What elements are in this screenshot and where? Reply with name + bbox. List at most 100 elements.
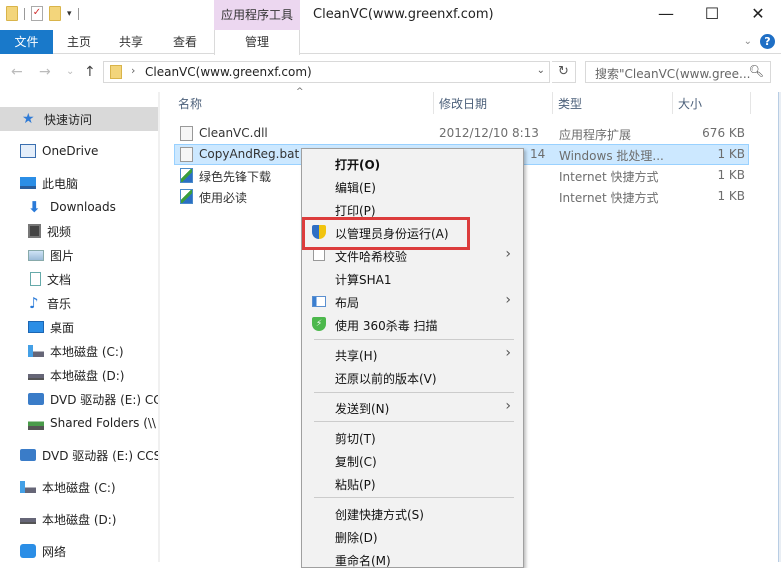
sidebar-item-quick-access[interactable]: ★ 快速访问 (0, 107, 158, 131)
batch-file-icon (180, 147, 193, 162)
tab-view[interactable]: 查看 (162, 30, 208, 54)
sidebar-item-label: 文档 (47, 272, 72, 287)
menu-item-delete[interactable]: 删除(D) (302, 525, 523, 547)
menu-item-label: 复制(C) (335, 455, 377, 469)
drive-c-icon (20, 481, 36, 493)
file-date: 2012/12/10 8:13 (439, 126, 539, 140)
layout-icon (312, 296, 326, 307)
menu-item-copy[interactable]: 复制(C) (302, 449, 523, 471)
menu-item-label: 剪切(T) (335, 432, 376, 446)
forward-button[interactable]: → (39, 64, 51, 80)
recent-locations-button[interactable]: ⌄ (66, 66, 74, 77)
menu-item-360-scan[interactable]: ⚡ 使用 360杀毒 扫描 (302, 313, 523, 335)
menu-item-label: 共享(H) (335, 349, 378, 363)
breadcrumb-current[interactable]: CleanVC(www.greenxf.com) (145, 65, 312, 79)
sidebar-item-dvd-drive[interactable]: DVD 驱动器 (E:) CC (0, 387, 158, 411)
menu-item-label: 编辑(E) (335, 181, 376, 195)
menu-item-layout[interactable]: 布局 › (302, 290, 523, 312)
sidebar-item-downloads[interactable]: ⬇ Downloads (0, 195, 158, 219)
sidebar-item-label: 本地磁盘 (D:) (42, 512, 117, 527)
sidebar-item-desktop[interactable]: 桌面 (0, 315, 158, 339)
window-title: CleanVC(www.greenxf.com) (313, 7, 494, 22)
column-header-size[interactable]: 大小 (678, 92, 702, 116)
menu-item-paste[interactable]: 粘贴(P) (302, 472, 523, 494)
customize-qat-icon[interactable]: ▾ (67, 9, 72, 19)
sidebar-item-videos[interactable]: 视频 (0, 219, 158, 243)
menu-item-label: 删除(D) (335, 531, 378, 545)
sidebar-item-documents[interactable]: 文档 (0, 267, 158, 291)
back-button[interactable]: ← (11, 64, 23, 80)
dvd-drive-icon (20, 449, 36, 461)
menu-item-share[interactable]: 共享(H) › (302, 343, 523, 365)
address-dropdown-icon[interactable]: ⌄ (537, 65, 545, 76)
column-divider[interactable] (433, 92, 434, 114)
sort-ascending-icon: ^ (296, 87, 304, 97)
maximize-button[interactable]: ☐ (689, 0, 735, 30)
column-divider[interactable] (672, 92, 673, 114)
drive-icon (20, 514, 36, 524)
menu-item-sha1[interactable]: 计算SHA1 (302, 267, 523, 289)
sidebar-item-pictures[interactable]: 图片 (0, 243, 158, 267)
sidebar-item-label: 网络 (42, 544, 67, 559)
folder-icon[interactable] (6, 6, 18, 21)
tab-file[interactable]: 文件 (0, 30, 53, 54)
up-button[interactable]: ↑ (84, 64, 96, 80)
menu-item-send-to[interactable]: 发送到(N) › (302, 396, 523, 418)
computer-icon (20, 177, 36, 189)
menu-separator (314, 392, 514, 393)
sidebar-item-drive-d[interactable]: 本地磁盘 (D:) (0, 363, 158, 387)
sidebar-item-this-pc[interactable]: 此电脑 (0, 171, 158, 195)
divider (77, 7, 79, 20)
sidebar-item-onedrive[interactable]: OneDrive (0, 139, 158, 163)
sidebar-item-drive-c-root[interactable]: 本地磁盘 (C:) (0, 475, 158, 499)
address-bar[interactable]: › CleanVC(www.greenxf.com) ⌄ (103, 61, 550, 83)
help-icon[interactable]: ? (760, 34, 775, 49)
menu-item-create-shortcut[interactable]: 创建快捷方式(S) (302, 502, 523, 524)
menu-separator (314, 421, 514, 422)
sidebar-item-drive-d-root[interactable]: 本地磁盘 (D:) (0, 507, 158, 531)
tab-share[interactable]: 共享 (108, 30, 154, 54)
menu-item-edit[interactable]: 编辑(E) (302, 175, 523, 197)
menu-item-label: 还原以前的版本(V) (335, 372, 437, 386)
file-size: 1 KB (717, 189, 745, 203)
file-name: 使用必读 (199, 191, 248, 205)
sidebar-item-shared-folders[interactable]: Shared Folders (\\ (0, 411, 158, 435)
network-icon (20, 544, 36, 558)
file-size: 676 KB (702, 126, 745, 140)
breadcrumb-separator[interactable]: › (131, 64, 135, 77)
dll-file-icon (180, 126, 193, 141)
column-divider[interactable] (552, 92, 553, 114)
properties-icon[interactable]: ✓ (31, 6, 43, 21)
sidebar-item-label: DVD 驱动器 (E:) CCS (42, 448, 158, 463)
menu-item-open[interactable]: 打开(O) (302, 152, 523, 174)
sidebar-item-label: 图片 (50, 248, 75, 263)
tab-home[interactable]: 主页 (56, 30, 102, 54)
tab-manage[interactable]: 管理 (214, 30, 300, 55)
submenu-arrow-icon: › (505, 345, 511, 361)
search-input[interactable]: 搜索"CleanVC(www.gree... 🔍︎ (585, 61, 771, 83)
close-button[interactable]: ✕ (735, 0, 781, 30)
ribbon-right-controls: ⌄ ? (744, 34, 775, 49)
sidebar-item-drive-c[interactable]: 本地磁盘 (C:) (0, 339, 158, 363)
title-bar: ✓ ▾ 应用程序工具 CleanVC(www.greenxf.com) — ☐ … (0, 0, 781, 30)
column-header-name[interactable]: 名称 (178, 92, 202, 116)
column-header-type[interactable]: 类型 (558, 92, 582, 116)
file-row[interactable]: CleanVC.dll 2012/12/10 8:13 应用程序扩展 676 K… (174, 123, 749, 144)
expand-ribbon-icon[interactable]: ⌄ (744, 36, 752, 47)
network-drive-icon (28, 416, 44, 430)
menu-item-cut[interactable]: 剪切(T) (302, 426, 523, 448)
menu-item-restore-versions[interactable]: 还原以前的版本(V) (302, 366, 523, 388)
menu-item-label: 发送到(N) (335, 402, 390, 416)
refresh-button[interactable]: ↻ (552, 61, 576, 83)
menu-item-rename[interactable]: 重命名(M) (302, 548, 523, 568)
menu-item-label: 重命名(M) (335, 554, 391, 568)
sidebar-item-dvd-drive-root[interactable]: DVD 驱动器 (E:) CCS (0, 443, 158, 467)
minimize-button[interactable]: — (643, 0, 689, 30)
column-header-date[interactable]: 修改日期 (439, 92, 487, 116)
sidebar-item-music[interactable]: ♪ 音乐 (0, 291, 158, 315)
submenu-arrow-icon: › (505, 398, 511, 414)
file-type: 应用程序扩展 (559, 128, 632, 142)
column-divider[interactable] (750, 92, 751, 114)
sidebar-item-network[interactable]: 网络 (0, 539, 158, 562)
new-folder-icon[interactable] (49, 6, 61, 21)
